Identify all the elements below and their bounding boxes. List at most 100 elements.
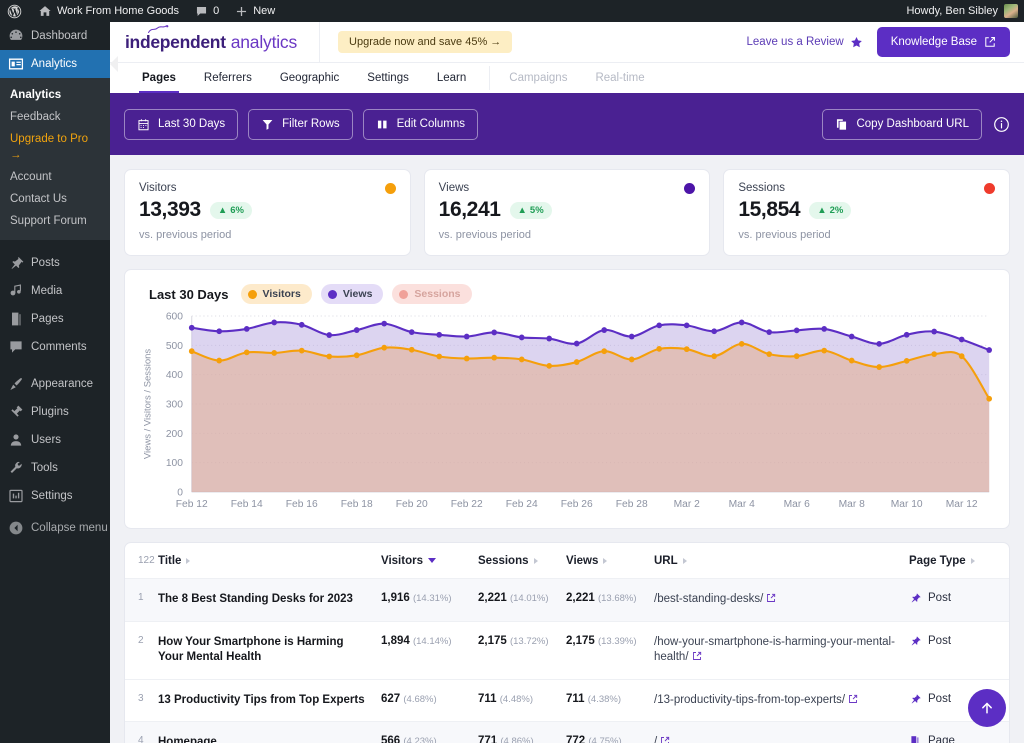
row-count: 122	[138, 555, 155, 566]
column-header-title[interactable]: Title	[158, 555, 381, 567]
sidebar-item-label: Appearance	[31, 378, 94, 390]
sort-icon	[970, 557, 975, 564]
table-row[interactable]: 3 13 Productivity Tips from Top Experts …	[125, 680, 1009, 723]
row-url: /	[654, 736, 658, 743]
row-title[interactable]: Homepage	[158, 736, 217, 743]
tab-pages[interactable]: Pages	[128, 63, 190, 93]
copy-dashboard-url-label: Copy Dashboard URL	[856, 118, 969, 130]
row-index: 3	[138, 692, 144, 704]
site-name-menu[interactable]: Work From Home Goods	[30, 0, 187, 22]
row-index: 1	[138, 592, 144, 603]
sidebar-item-posts[interactable]: Posts	[0, 249, 110, 277]
tab-label: Pages	[142, 72, 176, 84]
tab-referrers[interactable]: Referrers	[190, 63, 266, 93]
date-range-button[interactable]: Last 30 Days	[124, 108, 239, 140]
sidebar-item-collapse-menu[interactable]: Collapse menu	[0, 514, 110, 542]
column-header-sessions[interactable]: Sessions	[478, 555, 566, 567]
wordpress-logo-button[interactable]	[0, 0, 30, 22]
comments-icon	[10, 341, 22, 353]
tab-settings[interactable]: Settings	[353, 63, 423, 93]
column-header-views[interactable]: Views	[566, 555, 654, 567]
copy-dashboard-url-button[interactable]: Copy Dashboard URL	[822, 108, 982, 140]
column-header-url[interactable]: URL	[654, 555, 909, 567]
submenu-item-feedback[interactable]: Feedback	[0, 106, 110, 128]
sidebar-item-media[interactable]: Media	[0, 277, 110, 305]
info-circle-icon[interactable]	[993, 116, 1010, 133]
row-title[interactable]: 13 Productivity Tips from Top Experts	[158, 694, 365, 706]
delta-value: 6%	[230, 204, 244, 216]
chart-title: Last 30 Days	[149, 286, 229, 302]
tab-learn[interactable]: Learn	[423, 63, 480, 93]
sidebar-item-plugins[interactable]: Plugins	[0, 398, 110, 426]
svg-text:Feb 24: Feb 24	[506, 499, 538, 510]
sidebar-item-dashboard[interactable]: Dashboard	[0, 22, 110, 50]
sidebar-item-users[interactable]: Users	[0, 426, 110, 454]
stat-subtext: vs. previous period	[438, 229, 531, 241]
filter-rows-label: Filter Rows	[282, 118, 340, 130]
sidebar-item-tools[interactable]: Tools	[0, 454, 110, 482]
sidebar-item-label: Analytics	[31, 58, 78, 70]
stat-value: 15,854	[738, 198, 801, 221]
svg-text:300: 300	[166, 399, 183, 410]
column-header-visitors[interactable]: Visitors	[381, 555, 478, 567]
svg-text:Feb 12: Feb 12	[176, 499, 208, 510]
submenu-item-support-forum[interactable]: Support Forum	[0, 210, 110, 232]
legend-sessions[interactable]: Sessions	[392, 284, 472, 304]
row-views: 711	[566, 692, 585, 705]
comments-bubble[interactable]: 0	[187, 0, 227, 22]
submenu-item-upgrade-to-pro[interactable]: Upgrade to Pro →	[0, 128, 110, 166]
table-row[interactable]: 2 How Your Smartphone is Harming Your Me…	[125, 622, 1009, 680]
submenu-item-analytics[interactable]: Analytics	[0, 84, 110, 106]
plugin-header: independent analytics Upgrade now and sa…	[110, 22, 1024, 63]
tab-real-time[interactable]: Real-time	[581, 63, 658, 93]
legend-visitors[interactable]: Visitors	[240, 284, 312, 304]
row-url: /how-your-smartphone-is-harming-your-men…	[654, 635, 895, 664]
submenu-item-contact-us[interactable]: Contact Us	[0, 188, 110, 210]
filter-rows-button[interactable]: Filter Rows	[248, 108, 353, 140]
sessions-color-dot[interactable]	[984, 183, 996, 194]
analytics-submenu: Analytics Feedback Upgrade to Pro → Acco…	[0, 78, 110, 240]
table-row[interactable]: 1 The 8 Best Standing Desks for 2023 1,9…	[125, 579, 1009, 622]
delta-up-arrow-icon: ▲	[517, 204, 527, 216]
knowledge-base-button[interactable]: Knowledge Base	[876, 27, 1010, 57]
svg-text:Mar 8: Mar 8	[839, 499, 865, 510]
howdy-label[interactable]: Howdy, Ben Sibley	[906, 5, 998, 17]
chart-plot[interactable]: 0 100 200 300 400 500 600 Views / Visitors / Se…	[137, 310, 997, 522]
upgrade-banner-button[interactable]: Upgrade now and save 45% →	[338, 31, 513, 53]
sidebar-item-comments[interactable]: Comments	[0, 333, 110, 361]
row-title[interactable]: The 8 Best Standing Desks for 2023	[158, 593, 353, 605]
sidebar-item-settings[interactable]: Settings	[0, 482, 110, 510]
column-header-page-type[interactable]: Page Type	[909, 555, 1009, 567]
row-visitors: 627	[381, 692, 401, 705]
stat-delta: ▲ 5%	[509, 201, 552, 219]
main-content: independent analytics Upgrade now and sa…	[110, 22, 1024, 743]
leave-review-link[interactable]: Leave us a Review	[747, 36, 863, 49]
submenu-item-account[interactable]: Account	[0, 166, 110, 188]
sidebar-item-analytics[interactable]: Analytics	[0, 50, 110, 78]
legend-views[interactable]: Views	[320, 284, 384, 304]
new-content-menu[interactable]: New	[227, 0, 283, 22]
row-title[interactable]: How Your Smartphone is Harming Your Ment…	[158, 636, 344, 664]
users-icon	[10, 434, 22, 446]
sidebar-item-pages[interactable]: Pages	[0, 305, 110, 333]
table-row[interactable]: 4 Homepage 566 (4.23%) 771 (4.86%) 772 (…	[125, 722, 1009, 743]
row-sessions-pct: (4.48%)	[499, 693, 534, 705]
sidebar-item-appearance[interactable]: Appearance	[0, 370, 110, 398]
tab-campaigns[interactable]: Campaigns	[495, 63, 581, 93]
svg-text:Feb 18: Feb 18	[341, 499, 373, 510]
funnel-icon	[262, 119, 273, 130]
avatar[interactable]	[1004, 4, 1018, 18]
visitors-color-dot[interactable]	[384, 183, 396, 194]
comments-count: 0	[213, 5, 220, 17]
new-label: New	[253, 5, 276, 17]
external-link-icon[interactable]	[692, 651, 702, 661]
sidebar-item-label: Tools	[31, 462, 58, 474]
svg-text:100: 100	[166, 458, 183, 469]
external-link-icon[interactable]	[660, 736, 670, 743]
sidebar-item-label: Dashboard	[31, 30, 88, 42]
tab-geographic[interactable]: Geographic	[266, 63, 353, 93]
edit-columns-button[interactable]: Edit Columns	[362, 108, 479, 140]
external-link-icon[interactable]	[848, 694, 858, 704]
scroll-to-top-button[interactable]	[968, 689, 1006, 727]
external-link-icon[interactable]	[766, 593, 776, 603]
